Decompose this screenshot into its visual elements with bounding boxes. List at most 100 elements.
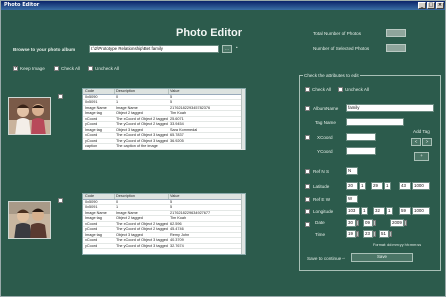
date-month-input[interactable]: 09 (363, 219, 373, 227)
longitude-checkbox[interactable] (305, 209, 310, 214)
col-value: Value (169, 89, 245, 94)
save-arrow-icon: → (341, 255, 346, 260)
photo-2-checkbox[interactable] (58, 198, 63, 203)
latitude-min-input[interactable]: 29 (371, 182, 383, 190)
table-cell-value: Tim Koah (170, 111, 187, 115)
photo-1-checkbox[interactable] (58, 94, 63, 99)
xcoord-label: XCoord (317, 135, 333, 140)
xcoord-checkbox[interactable] (305, 135, 310, 140)
ref-ew-checkbox[interactable] (305, 197, 310, 202)
check-all-checkbox[interactable] (54, 66, 59, 71)
latitude-sec-input[interactable]: 43 (399, 182, 411, 190)
time-second-input[interactable]: 51 (379, 230, 389, 238)
latitude-min-denom-input[interactable]: 1 (384, 182, 391, 190)
photo-thumbnail-2[interactable] (8, 201, 51, 239)
col-description: Description (115, 89, 169, 94)
date-month-spinner[interactable] (373, 220, 376, 226)
date-year-input[interactable]: 2009 (390, 219, 404, 227)
album-path-input[interactable]: I:\2\Prototype Relationship\Bet family (89, 45, 219, 53)
maximize-button[interactable]: □ (427, 2, 435, 9)
time-minute-input[interactable]: 23 (363, 230, 373, 238)
table-cell-value: 5 (170, 94, 173, 99)
tag-name-input[interactable] (346, 118, 404, 126)
table-cell-value: 45.4746 (170, 227, 184, 231)
ref-ew-input[interactable]: W (346, 195, 358, 203)
table-cell-value (169, 144, 245, 149)
date-label: Date (315, 220, 325, 225)
table-cell-code: yCoord (85, 122, 98, 126)
latitude-sec-denom-input[interactable]: 1000 (412, 182, 430, 190)
minimize-button[interactable]: _ (418, 2, 426, 9)
save-button[interactable]: Save (351, 253, 413, 262)
table-cell-desc: 0 (116, 94, 119, 99)
add-tag-prev-button[interactable]: < (411, 138, 421, 146)
time-second-spinner[interactable] (389, 231, 392, 237)
total-photos-field (386, 29, 406, 37)
attr-uncheck-all-checkbox[interactable] (338, 87, 343, 92)
table-row[interactable]: caption The caption of the image (83, 144, 245, 150)
date-day-input[interactable]: 30 (346, 219, 356, 227)
tag-name-label: Tag Name (315, 120, 336, 125)
longitude-sec-input[interactable]: 59 (399, 207, 411, 215)
ref-ns-checkbox[interactable] (305, 169, 310, 174)
time-hour-spinner[interactable] (356, 231, 359, 237)
close-button[interactable]: × (436, 2, 444, 9)
table-cell-code: xCoord (85, 116, 98, 121)
table-cell-code: Image tag (85, 216, 102, 220)
table-1-scrollbar[interactable] (241, 89, 245, 149)
app-title: Photo Editor (176, 27, 242, 39)
longitude-label: Longitude (313, 209, 334, 214)
time-hour-input[interactable]: 19 (346, 230, 356, 238)
keep-image-checkbox[interactable] (13, 65, 18, 71)
title-bar: Photo Editor _ □ × (1, 1, 445, 10)
ycoord-input[interactable] (346, 147, 376, 155)
table-cell-desc: The yCoord of Object 3 tagged (116, 138, 168, 143)
table-cell-desc: The yCoord of Object 3 tagged (116, 243, 168, 248)
add-tag-next-button[interactable]: > (422, 138, 432, 146)
table-cell-value: 33.9454 (170, 122, 184, 126)
album-name-label: AlbumName (313, 106, 339, 111)
longitude-deg-denom-input[interactable]: 1 (361, 207, 368, 215)
date-day-spinner[interactable] (356, 220, 359, 226)
table-cell-code: Image tag (85, 232, 102, 237)
date-year-spinner[interactable] (404, 220, 407, 226)
ref-ns-input[interactable]: N (346, 167, 358, 175)
attr-uncheck-all-label: Uncheck All (345, 87, 370, 92)
table-row[interactable]: yCoord The yCoord of Object 3 tagged 32.76… (83, 243, 245, 249)
photo-2-image (9, 202, 50, 238)
table-cell-value: 40.3709 (170, 238, 184, 242)
longitude-min-input[interactable]: 32 (373, 207, 385, 215)
attr-check-all-checkbox[interactable] (305, 87, 310, 92)
table-body: 0x5090 0 5 0x5091 1 5 Image Name Image Name 2176… (83, 95, 245, 150)
longitude-sec-denom-input[interactable]: 1000 (412, 207, 430, 215)
exif-table-2: Code Description Value 0x5090 0 5 0x5091 1 5 I… (82, 193, 246, 255)
total-photos-label: Total Number of Photos (313, 31, 362, 36)
table-cell-code: yCoord (85, 227, 98, 231)
album-name-checkbox[interactable] (305, 106, 310, 111)
table-cell-desc: The xCoord of Object 2 tagged (116, 116, 168, 121)
selected-photos-label: Number of Selected Photos (313, 46, 370, 51)
latitude-checkbox[interactable] (305, 184, 310, 189)
longitude-deg-input[interactable]: 103 (346, 207, 360, 215)
table-2-scrollbar[interactable] (241, 194, 245, 254)
uncheck-all-checkbox[interactable] (88, 66, 93, 71)
longitude-min-denom-input[interactable]: 1 (386, 207, 393, 215)
latitude-deg-input[interactable]: 20 (346, 182, 358, 190)
latitude-deg-denom-input[interactable]: 1 (359, 182, 366, 190)
browse-button[interactable]: ... (222, 45, 232, 53)
uncheck-all-label: Uncheck All (95, 66, 120, 71)
table-cell-desc: Object 2 tagged (116, 111, 143, 115)
date-checkbox[interactable] (305, 222, 310, 227)
album-name-input[interactable]: family (346, 104, 434, 112)
col-code: Code (83, 89, 115, 94)
photo-thumbnail-1[interactable] (8, 97, 51, 135)
time-minute-spinner[interactable] (373, 231, 376, 237)
xcoord-input[interactable] (346, 133, 376, 141)
window-title: Photo Editor (4, 2, 40, 8)
table-cell-value: Tim Koah (170, 216, 187, 220)
table-cell-desc: Image Name (116, 210, 138, 215)
table-cell-code: xCoord (85, 221, 98, 226)
photo-editor-window: Photo Editor _ □ × Photo Editor Browse t… (0, 0, 446, 297)
add-tag-button[interactable]: + (414, 152, 429, 161)
ref-ns-label: Ref N S (313, 169, 330, 174)
